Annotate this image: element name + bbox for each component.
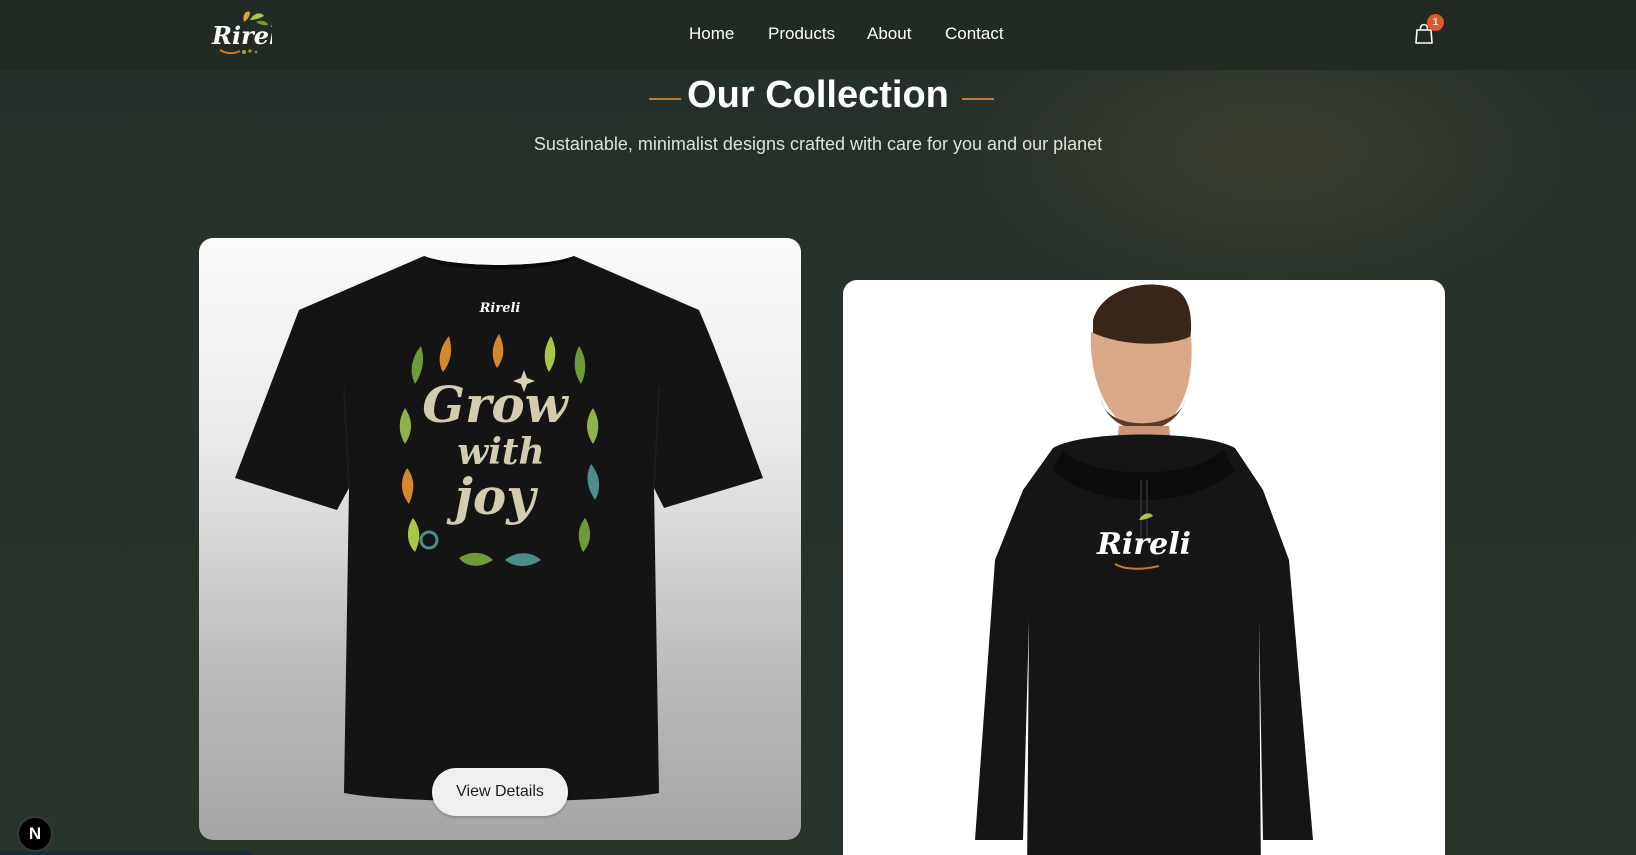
collection-subtitle: Sustainable, minimalist designs crafted … [533, 134, 1103, 154]
product-card-tshirt[interactable]: Rireli Grow with joy View Details [199, 238, 801, 840]
tshirt-image: Rireli Grow with joy [235, 256, 763, 802]
nav-about-link[interactable]: About [867, 24, 911, 44]
svg-text:joy: joy [446, 467, 538, 526]
product-card-hoodie[interactable]: Rireli [843, 280, 1445, 855]
collection-heading: Our Collection [0, 74, 1636, 124]
nav-contact-link[interactable]: Contact [945, 24, 1004, 44]
hoodie-model-image: Rireli [975, 284, 1313, 855]
svg-text:Grow: Grow [422, 375, 569, 434]
heading-divider-right [962, 98, 994, 100]
site-header: Rireli Home Products About Contact 1 [0, 0, 1636, 70]
svg-text:Rireli: Rireli [479, 301, 521, 316]
svg-text:Rireli: Rireli [1096, 527, 1191, 562]
view-details-button[interactable]: View Details [432, 768, 568, 816]
cart-count-badge: 1 [1427, 14, 1444, 31]
collection-title: Our Collection [687, 74, 949, 116]
nav-home-link[interactable]: Home [689, 24, 734, 44]
nav-products-link[interactable]: Products [768, 24, 835, 44]
main-navigation: Home Products About Contact [0, 24, 1636, 46]
dev-tools-badge[interactable]: N [17, 816, 53, 852]
